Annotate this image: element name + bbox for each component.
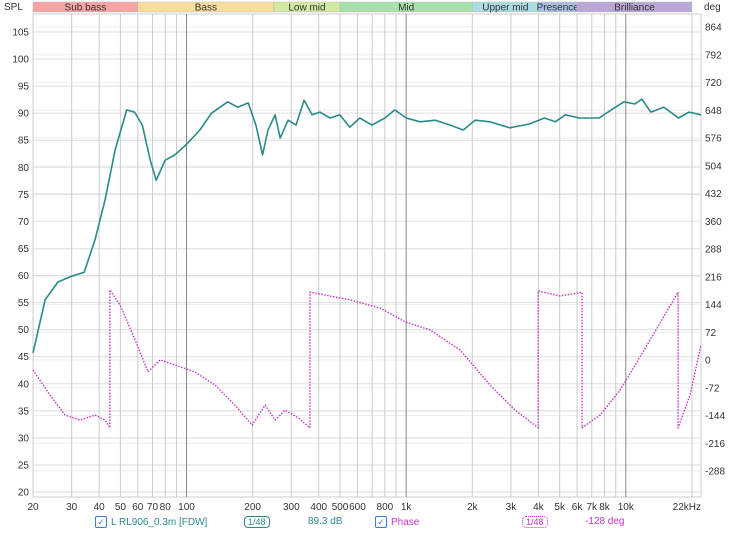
x-tick-label: 3k (506, 502, 518, 512)
rew-graph: Sub bass Bass Low mid Mid Upper mid Presence B… (0, 0, 743, 534)
y2-tick-label: -72 (705, 383, 720, 394)
x-tick-label: 80 (160, 502, 172, 512)
y-tick-label: 100 (12, 55, 29, 66)
y2-tick-label: -144 (705, 411, 725, 422)
frequency-response-chart[interactable]: Sub bass Bass Low mid Mid Upper mid Presence B… (0, 0, 743, 513)
x-tick-label: 50 (115, 502, 127, 512)
x-tick-label: 7k (586, 502, 598, 512)
x-tick-label: 600 (349, 502, 366, 512)
y2-tick-label: 288 (705, 245, 722, 256)
phase-smoothing-label: 1/48 (522, 516, 548, 528)
x-tick-label: 1k (401, 502, 413, 512)
x-tick-label: 30 (66, 502, 78, 512)
y-tick-label: 95 (18, 82, 30, 93)
y-tick-label: 75 (18, 190, 30, 201)
x-tick-label: 400 (310, 502, 327, 512)
band-label: Upper mid (482, 3, 528, 14)
y2-tick-label: 576 (705, 134, 722, 145)
x-tick-label: 800 (377, 502, 394, 512)
y-axis-title: SPL (4, 2, 23, 13)
x-tick-label: 2k (467, 502, 479, 512)
y-tick-label: 20 (18, 488, 30, 499)
band-label: Brilliance (614, 3, 655, 14)
y2-tick-label: 864 (705, 23, 722, 34)
phase-checkbox[interactable]: ✓ (375, 516, 387, 528)
phase-series-name: Phase (391, 516, 420, 528)
x-tick-label: 300 (283, 502, 300, 512)
y2-tick-label: 360 (705, 217, 722, 228)
spl-series-name: L RL906_0.3m [FDW] (111, 516, 208, 528)
phase-cursor-value: -128 deg (585, 516, 625, 527)
x-tick-label: 40 (94, 502, 106, 512)
spl-cursor-value: 89.3 dB (308, 516, 343, 527)
y2-tick-label: 504 (705, 161, 722, 172)
phase-smoothing-button[interactable]: 1/48 (522, 516, 548, 528)
x-tick-label: 5k (554, 502, 566, 512)
legend-phase[interactable]: ✓ Phase (375, 516, 419, 528)
y2-axis-title: deg (704, 2, 721, 13)
y2-tick-label: 792 (705, 50, 722, 61)
x-tick-label: 500 (332, 502, 349, 512)
band-label: Bass (195, 3, 217, 14)
x-tick-label: 100 (178, 502, 195, 512)
y-tick-label: 45 (18, 352, 30, 363)
y-tick-label: 40 (18, 379, 30, 390)
x-tick-label: 22kHz (673, 502, 701, 512)
x-tick-label: 60 (132, 502, 144, 512)
band-label: Sub bass (65, 3, 107, 14)
y-tick-label: 30 (18, 433, 30, 444)
y2-tick-label: 216 (705, 272, 722, 283)
y-tick-label: 105 (12, 28, 29, 39)
x-tick-label: 200 (244, 502, 261, 512)
band-label: Low mid (288, 3, 325, 14)
x-tick-label: 70 (147, 502, 159, 512)
y-tick-label: 25 (18, 460, 30, 471)
x-tick-label: 4k (533, 502, 545, 512)
y-tick-label: 60 (18, 271, 30, 282)
x-tick-label: 8k (599, 502, 611, 512)
y2-tick-label: 72 (705, 328, 717, 339)
x-tick-label: 6k (572, 502, 584, 512)
y2-tick-label: 432 (705, 189, 722, 200)
legend-spl[interactable]: ✓ L RL906_0.3m [FDW] (95, 516, 207, 528)
y2-tick-label: 648 (705, 106, 722, 117)
y2-tick-label: 144 (705, 300, 722, 311)
x-tick-label: 20 (27, 502, 39, 512)
y-tick-label: 80 (18, 163, 30, 174)
y-tick-label: 85 (18, 136, 30, 147)
y2-tick-label: 0 (705, 356, 711, 367)
y2-tick-label: -216 (705, 439, 725, 450)
y-tick-label: 70 (18, 217, 30, 228)
band-label: Presence (537, 3, 580, 14)
y2-tick-label: -288 (705, 467, 725, 478)
y-tick-label: 65 (18, 244, 30, 255)
smoothing-label: 1/48 (244, 516, 270, 528)
y2-tick-label: 720 (705, 78, 722, 89)
spl-smoothing-button[interactable]: 1/48 (244, 516, 270, 528)
y-tick-label: 50 (18, 325, 30, 336)
y-tick-label: 90 (18, 109, 30, 120)
x-tick-label: 10k (618, 502, 635, 512)
y-tick-label: 55 (18, 298, 30, 309)
spl-checkbox[interactable]: ✓ (95, 516, 107, 528)
band-label: Mid (398, 3, 414, 14)
y-tick-label: 35 (18, 406, 30, 417)
